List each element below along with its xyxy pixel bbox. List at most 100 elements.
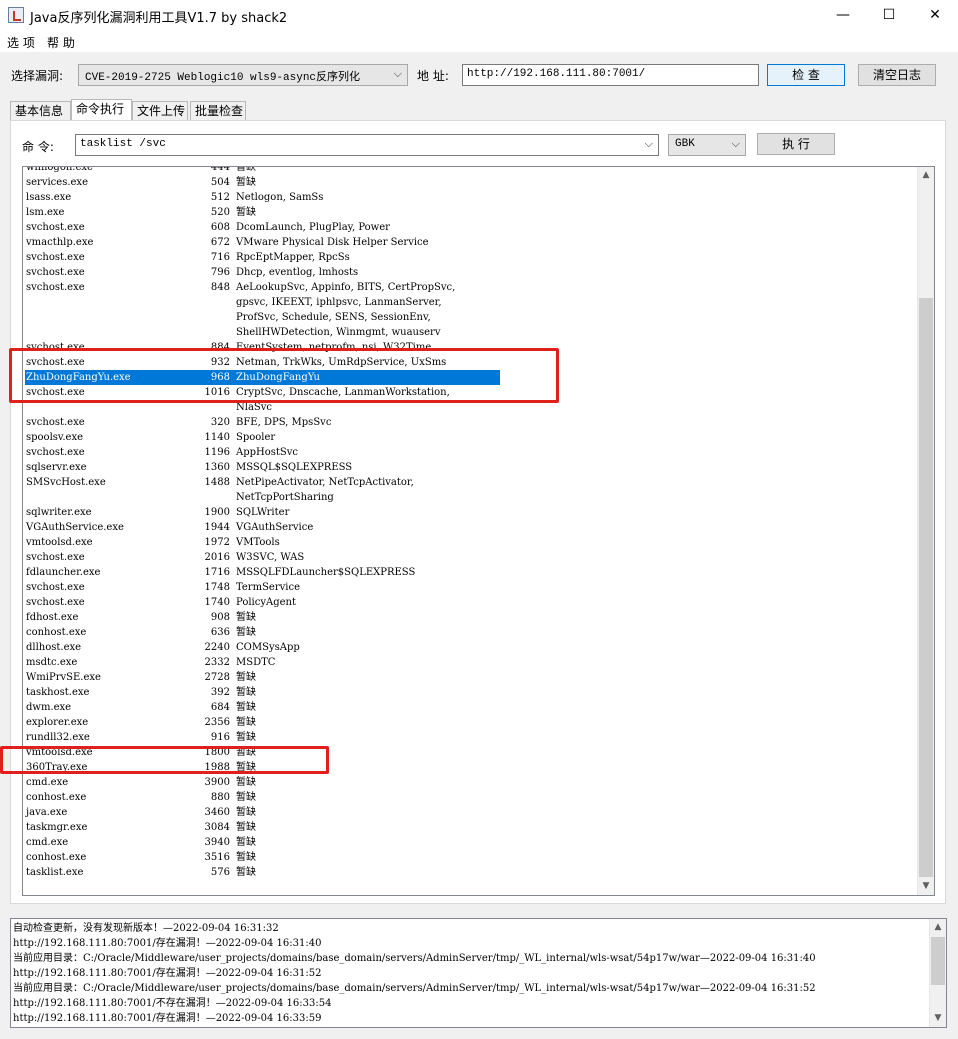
log-output[interactable]: 自动检查更新，没有发现新版本！—2022-09-04 16:31:32 http:… [10,918,947,1028]
process-name: svchost.exe [26,417,85,428]
output-line: svchost.exe 320 BFE, DPS, MpsSvc [25,415,917,430]
maximize-button[interactable]: ☐ [866,0,912,30]
scroll-up-arrow-icon[interactable]: ▲ [918,167,934,184]
output-line: svchost.exe 608 DcomLaunch, PlugPlay, Powe… [25,220,917,235]
chevron-down-icon: ⌵ [393,67,402,80]
output-line: explorer.exe 2356 暂缺 [25,715,917,730]
output-line: conhost.exe 3516 暂缺 [25,850,917,865]
scroll-down-arrow-icon[interactable]: ▼ [930,1010,946,1027]
command-input[interactable]: tasklist /svc ⌵ [75,134,659,156]
tab-batch-check[interactable]: 批量检查 [190,101,246,121]
log-line: http://192.168.111.80:7001/存在漏洞！—2022-09… [13,968,322,979]
process-services: 暂缺 [236,777,256,788]
output-line: conhost.exe 636 暂缺 [25,625,917,640]
output-line: fdhost.exe 908 暂缺 [25,610,917,625]
process-name: svchost.exe [26,252,85,263]
output-line: gpsvc, IKEEXT, iphlpsvc, LanmanServer, [25,295,917,310]
address-input[interactable]: http://192.168.111.80:7001/ [462,64,759,86]
log-line: http://192.168.111.80:7001/存在漏洞！—2022-09… [13,1013,322,1024]
process-name: conhost.exe [26,852,87,863]
encoding-value: GBK [675,138,695,150]
process-services: Spooler [236,432,276,443]
process-services: 暂缺 [236,852,256,863]
menu-help[interactable]: 帮 助 [47,34,75,51]
tab-file-upload[interactable]: 文件上传 [132,101,188,121]
output-line: lsm.exe 520 暂缺 [25,205,917,220]
process-name: tasklist.exe [26,867,84,878]
process-services: 暂缺 [236,837,256,848]
command-output[interactable]: winlogon.exe 444 暂缺 services.exe 504 暂缺 lsass.… [22,166,935,896]
output-line: dllhost.exe 2240 COMSysApp [25,640,917,655]
process-name: cmd.exe [26,777,69,788]
process-name: dllhost.exe [26,642,82,653]
minimize-button[interactable]: — [820,0,866,30]
process-name: dwm.exe [26,702,72,713]
scroll-thumb[interactable] [931,937,945,985]
scroll-up-arrow-icon[interactable]: ▲ [930,919,946,936]
process-pid: 1488 [204,477,230,488]
process-pid: 672 [210,237,230,248]
process-services: ShellHWDetection, Winmgmt, wuauserv [236,327,441,338]
process-name: rundll32.exe [26,732,90,743]
process-name: taskhost.exe [26,687,90,698]
output-line: svchost.exe 1740 PolicyAgent [25,595,917,610]
close-button[interactable]: ✕ [912,0,958,30]
menu-options[interactable]: 选 项 [7,34,35,51]
process-name: svchost.exe [26,282,85,293]
output-line: SMSvcHost.exe 1488 NetPipeActivator, NetTc… [25,475,917,490]
process-name: spoolsv.exe [26,432,84,443]
process-pid: 1360 [204,462,230,473]
process-pid: 3084 [204,822,230,833]
encoding-select[interactable]: GBK ⌵ [668,134,746,156]
scroll-down-arrow-icon[interactable]: ▼ [918,878,934,895]
process-pid: 444 [210,166,230,173]
process-name: svchost.exe [26,447,85,458]
tab-basic-info[interactable]: 基本信息 [10,101,71,121]
scroll-thumb[interactable] [919,298,933,877]
output-scrollbar[interactable]: ▲ ▼ [917,167,934,895]
execute-button[interactable]: 执 行 [757,133,835,155]
log-line: 自动检查更新，没有发现新版本！—2022-09-04 16:31:32 [13,923,279,934]
vuln-select-value: CVE-2019-2725 Weblogic10 wls9-async反序列化 [85,72,361,84]
process-services: 暂缺 [236,687,256,698]
process-pid: 2240 [204,642,230,653]
process-services: AppHostSvc [236,447,299,458]
output-line: dwm.exe 684 暂缺 [25,700,917,715]
process-name: services.exe [26,177,88,188]
output-line: cmd.exe 3900 暂缺 [25,775,917,790]
clear-log-button[interactable]: 清空日志 [858,64,936,86]
annotation-highlight-box [0,746,329,774]
window-title: Java反序列化漏洞利用工具V1.7 by shack2 [30,11,288,26]
process-services: Netlogon, SamSs [236,192,324,203]
vuln-select[interactable]: CVE-2019-2725 Weblogic10 wls9-async反序列化 … [78,64,408,86]
tab-command-exec[interactable]: 命令执行 [71,99,132,121]
process-services: ProfSvc, Schedule, SENS, SessionEnv, [236,312,431,323]
process-name: lsass.exe [26,192,72,203]
process-name: explorer.exe [26,717,89,728]
process-services: 暂缺 [236,612,256,623]
process-services: 暂缺 [236,207,256,218]
process-pid: 392 [210,687,230,698]
process-pid: 848 [210,282,230,293]
process-name: VGAuthService.exe [26,522,124,533]
process-services: gpsvc, IKEEXT, iphlpsvc, LanmanServer, [236,297,442,308]
check-button[interactable]: 检 查 [767,64,845,86]
process-pid: 1196 [204,447,230,458]
process-services: 暂缺 [236,672,256,683]
log-scrollbar[interactable]: ▲ ▼ [929,919,946,1027]
process-pid: 2728 [204,672,230,683]
output-line: svchost.exe 796 Dhcp, eventlog, lmhosts [25,265,917,280]
process-services: Dhcp, eventlog, lmhosts [236,267,359,278]
output-line: fdlauncher.exe 1716 MSSQLFDLauncher$SQLEXP… [25,565,917,580]
output-line: services.exe 504 暂缺 [25,175,917,190]
process-name: svchost.exe [26,222,85,233]
output-line: vmacthlp.exe 672 VMware Physical Disk Help… [25,235,917,250]
process-name: sqlwriter.exe [26,507,92,518]
process-services: MSSQLFDLauncher$SQLEXPRESS [236,567,416,578]
process-pid: 2016 [204,552,230,563]
process-pid: 716 [210,252,230,263]
process-services: SQLWriter [236,507,290,518]
output-line: sqlservr.exe 1360 MSSQL$SQLEXPRESS [25,460,917,475]
output-line: lsass.exe 512 Netlogon, SamSs [25,190,917,205]
process-services: 暂缺 [236,822,256,833]
